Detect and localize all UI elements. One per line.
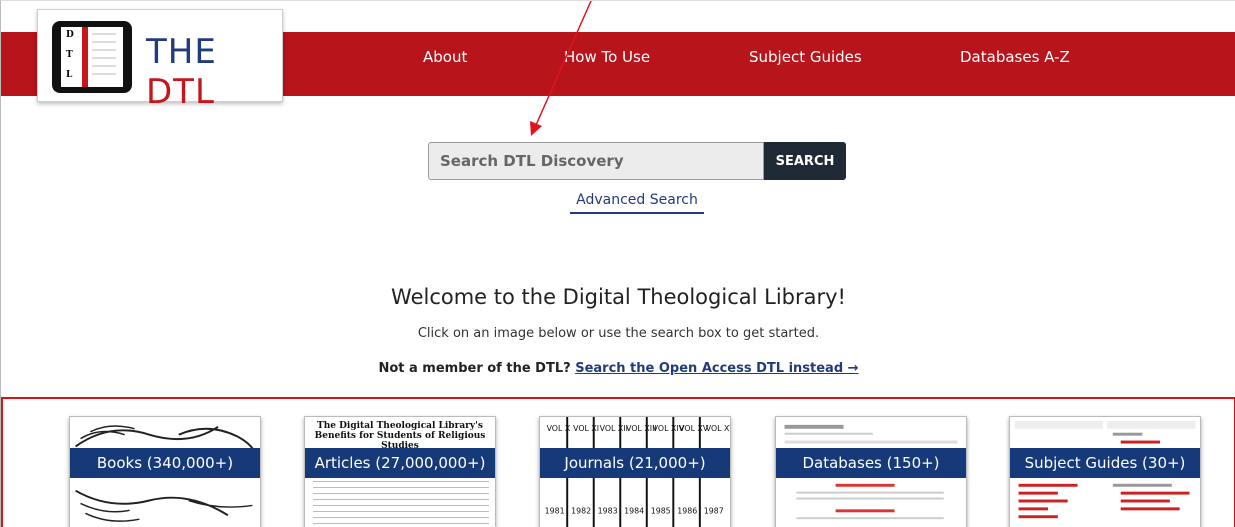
tile-books-label: Books (340,000+)	[70, 448, 260, 478]
tile-databases[interactable]: Databases (150+)	[775, 416, 967, 527]
journal-vol-label: VOL XVI	[706, 424, 730, 433]
journal-vol-label: VOL XI	[573, 424, 599, 433]
search-button[interactable]: SEARCH	[764, 142, 846, 180]
search-bar: SEARCH	[428, 142, 846, 180]
resource-tiles: Books (340,000+) The Digital Theological…	[1, 397, 1235, 527]
page: About How To Use Subject Guides Database…	[0, 0, 1235, 527]
tile-databases-label: Databases (150+)	[776, 448, 966, 478]
tile-articles-label: Articles (27,000,000+)	[305, 448, 495, 478]
article-mini-title: The Digital Theological Library's Benefi…	[314, 421, 486, 451]
journal-year-label: 1981	[545, 506, 565, 515]
journal-year-label: 1987	[704, 506, 724, 515]
welcome-subtitle: Click on an image below or use the searc…	[417, 326, 820, 341]
welcome-heading: Welcome to the Digital Theological Libra…	[391, 285, 846, 309]
tile-subject-guides[interactable]: Subject Guides (30+)	[1009, 416, 1201, 527]
tile-articles[interactable]: The Digital Theological Library's Benefi…	[304, 416, 496, 527]
journal-vol-label: VOL XII	[600, 424, 628, 433]
member-line: Not a member of the DTL? Search the Open…	[378, 361, 859, 376]
tile-books[interactable]: Books (340,000+)	[69, 416, 261, 527]
tile-subject-guides-label: Subject Guides (30+)	[1010, 448, 1200, 478]
search-input[interactable]	[428, 142, 764, 180]
journal-vol-label: VOL XV	[679, 424, 709, 433]
tile-journals[interactable]: VOL X VOL XI VOL XII VOL XIII VOL XIV VO…	[539, 416, 731, 527]
journal-year-label: 1983	[598, 506, 618, 515]
journal-year-label: 1984	[624, 506, 644, 515]
open-access-link[interactable]: Search the Open Access DTL instead →	[575, 361, 858, 376]
journal-year-label: 1985	[651, 506, 671, 515]
journal-vol-label: VOL X	[547, 424, 571, 433]
journal-year-label: 1982	[571, 506, 591, 515]
advanced-search-link[interactable]: Advanced Search	[570, 192, 704, 214]
tile-journals-label: Journals (21,000+)	[540, 448, 730, 478]
journal-year-label: 1986	[677, 506, 697, 515]
